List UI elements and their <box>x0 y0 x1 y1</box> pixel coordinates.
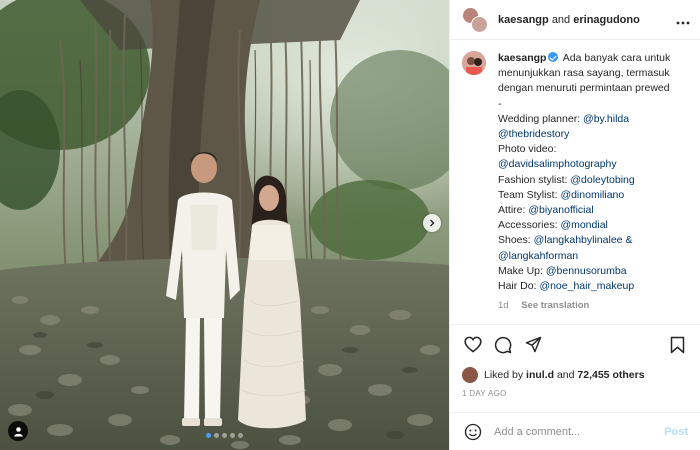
credit-label: Team Stylist: <box>498 188 561 201</box>
caption-line: menunjukkan rasa sayang, termasuk <box>498 67 670 80</box>
credit-line: Fashion stylist: @doleytobing <box>498 173 688 188</box>
mention-link[interactable]: @davidsalimphotography <box>498 158 617 170</box>
mention-link[interactable]: @noe_hair_makeup <box>539 280 634 292</box>
caption-username[interactable]: kaesangp <box>498 52 546 64</box>
post-actions <box>450 324 700 364</box>
carousel-dot <box>238 433 243 438</box>
credit-label: Shoes: <box>498 234 534 247</box>
caption-line: dengan menuruti permintaan prewed <box>498 82 670 95</box>
caption: kaesangp Ada banyak cara untuk menunjukk… <box>462 51 688 313</box>
likes-count[interactable]: 72,455 others <box>577 369 644 381</box>
credits-list: Wedding planner: @by.hilda @thebridestory… <box>498 112 688 294</box>
mention-link[interactable]: @langkahforman <box>498 250 578 262</box>
like-button[interactable] <box>462 334 484 356</box>
comment-icon <box>494 336 512 353</box>
credit-line: @thebridestory <box>498 127 688 142</box>
avatar-photo <box>462 51 486 75</box>
smiley-icon <box>464 423 482 440</box>
likes-joiner: and <box>556 369 575 381</box>
comment-input[interactable] <box>494 425 665 438</box>
credit-label: Wedding planner: <box>498 112 584 125</box>
credit-line: Shoes: @langkahbylinalee & <box>498 233 688 248</box>
credit-line: Accessories: @mondial <box>498 218 688 233</box>
author-username[interactable]: erinagudono <box>573 14 640 26</box>
likes-summary: Liked by inul.d and 72,455 others <box>450 364 700 386</box>
see-translation-link[interactable]: See translation <box>521 300 589 311</box>
likes-prefix: Liked by <box>484 369 524 381</box>
post-photo[interactable] <box>0 0 449 450</box>
mention-link[interactable]: @mondial <box>560 219 607 231</box>
authors-joiner: and <box>551 13 571 26</box>
prewedding-photo <box>0 0 449 450</box>
collab-avatars[interactable] <box>462 6 488 33</box>
credit-line: Wedding planner: @by.hilda <box>498 112 688 127</box>
post-header: kaesangp and erinagudono <box>450 0 700 40</box>
credit-line: Make Up: @bennusorumba <box>498 264 688 279</box>
tagged-users-button[interactable] <box>8 421 28 441</box>
mention-link[interactable]: @thebridestory <box>498 128 569 140</box>
post-authors: kaesangp and erinagudono <box>498 14 676 26</box>
bookmark-icon <box>670 336 684 353</box>
mention-link[interactable]: @biyanofficial <box>528 204 593 216</box>
caption-text: kaesangp Ada banyak cara untuk menunjukk… <box>498 51 688 313</box>
post-timestamp[interactable]: 1 DAY AGO <box>450 386 700 408</box>
chevron-right-icon <box>430 219 435 227</box>
save-button[interactable] <box>666 334 688 356</box>
add-comment-bar: Post <box>450 412 700 450</box>
more-horizontal-icon <box>676 21 690 24</box>
caption-line: Ada banyak cara untuk <box>562 52 671 64</box>
share-icon <box>525 336 541 353</box>
verified-badge-icon <box>548 52 559 62</box>
credit-label: Fashion stylist: <box>498 173 571 186</box>
caption-age: 1d <box>498 300 509 312</box>
post-comment-button[interactable]: Post <box>664 426 688 438</box>
more-options-button[interactable] <box>676 12 690 28</box>
caption-line: - <box>498 97 502 110</box>
avatar[interactable] <box>462 51 486 75</box>
credit-line: Team Stylist: @dinomiliano <box>498 188 688 203</box>
credit-label: Photo video: <box>498 143 557 156</box>
next-slide-button[interactable] <box>423 214 441 232</box>
carousel-dot <box>230 433 235 438</box>
avatar <box>471 15 488 33</box>
share-button[interactable] <box>522 334 544 356</box>
credit-line: Hair Do: @noe_hair_makeup <box>498 279 688 294</box>
mention-link[interactable]: @doleytobing <box>570 174 634 186</box>
avatar[interactable] <box>462 367 478 383</box>
mention-link[interactable]: @langkahbylinalee & <box>534 234 633 246</box>
instagram-post: kaesangp and erinagudono kaesangp Ada ba… <box>0 0 700 450</box>
credit-line: Photo video: <box>498 142 688 157</box>
credit-line: @davidsalimphotography <box>498 157 688 172</box>
mention-link[interactable]: @dinomiliano <box>560 189 624 201</box>
carousel-dot <box>214 433 219 438</box>
liker-username[interactable]: inul.d <box>526 369 554 381</box>
credit-line: Attire: @biyanofficial <box>498 203 688 218</box>
credit-label: Attire: <box>498 204 529 217</box>
caption-meta: 1d See translation <box>498 298 688 313</box>
carousel-indicator <box>0 433 449 438</box>
comment-button[interactable] <box>492 334 514 356</box>
heart-icon <box>464 336 482 353</box>
author-username[interactable]: kaesangp <box>498 14 549 26</box>
mention-link[interactable]: @bennusorumba <box>546 265 627 277</box>
comments-area: kaesangp Ada banyak cara untuk menunjukk… <box>450 40 700 324</box>
mention-link[interactable]: @by.hilda <box>583 113 629 125</box>
carousel-dot <box>222 433 227 438</box>
credit-label: Hair Do: <box>498 280 540 293</box>
credit-label: Accessories: <box>498 219 561 232</box>
carousel-dot <box>206 433 211 438</box>
emoji-button[interactable] <box>462 421 484 443</box>
credit-label: Make Up: <box>498 264 546 277</box>
post-side-panel: kaesangp and erinagudono kaesangp Ada ba… <box>449 0 700 450</box>
credit-line: @langkahforman <box>498 249 688 264</box>
